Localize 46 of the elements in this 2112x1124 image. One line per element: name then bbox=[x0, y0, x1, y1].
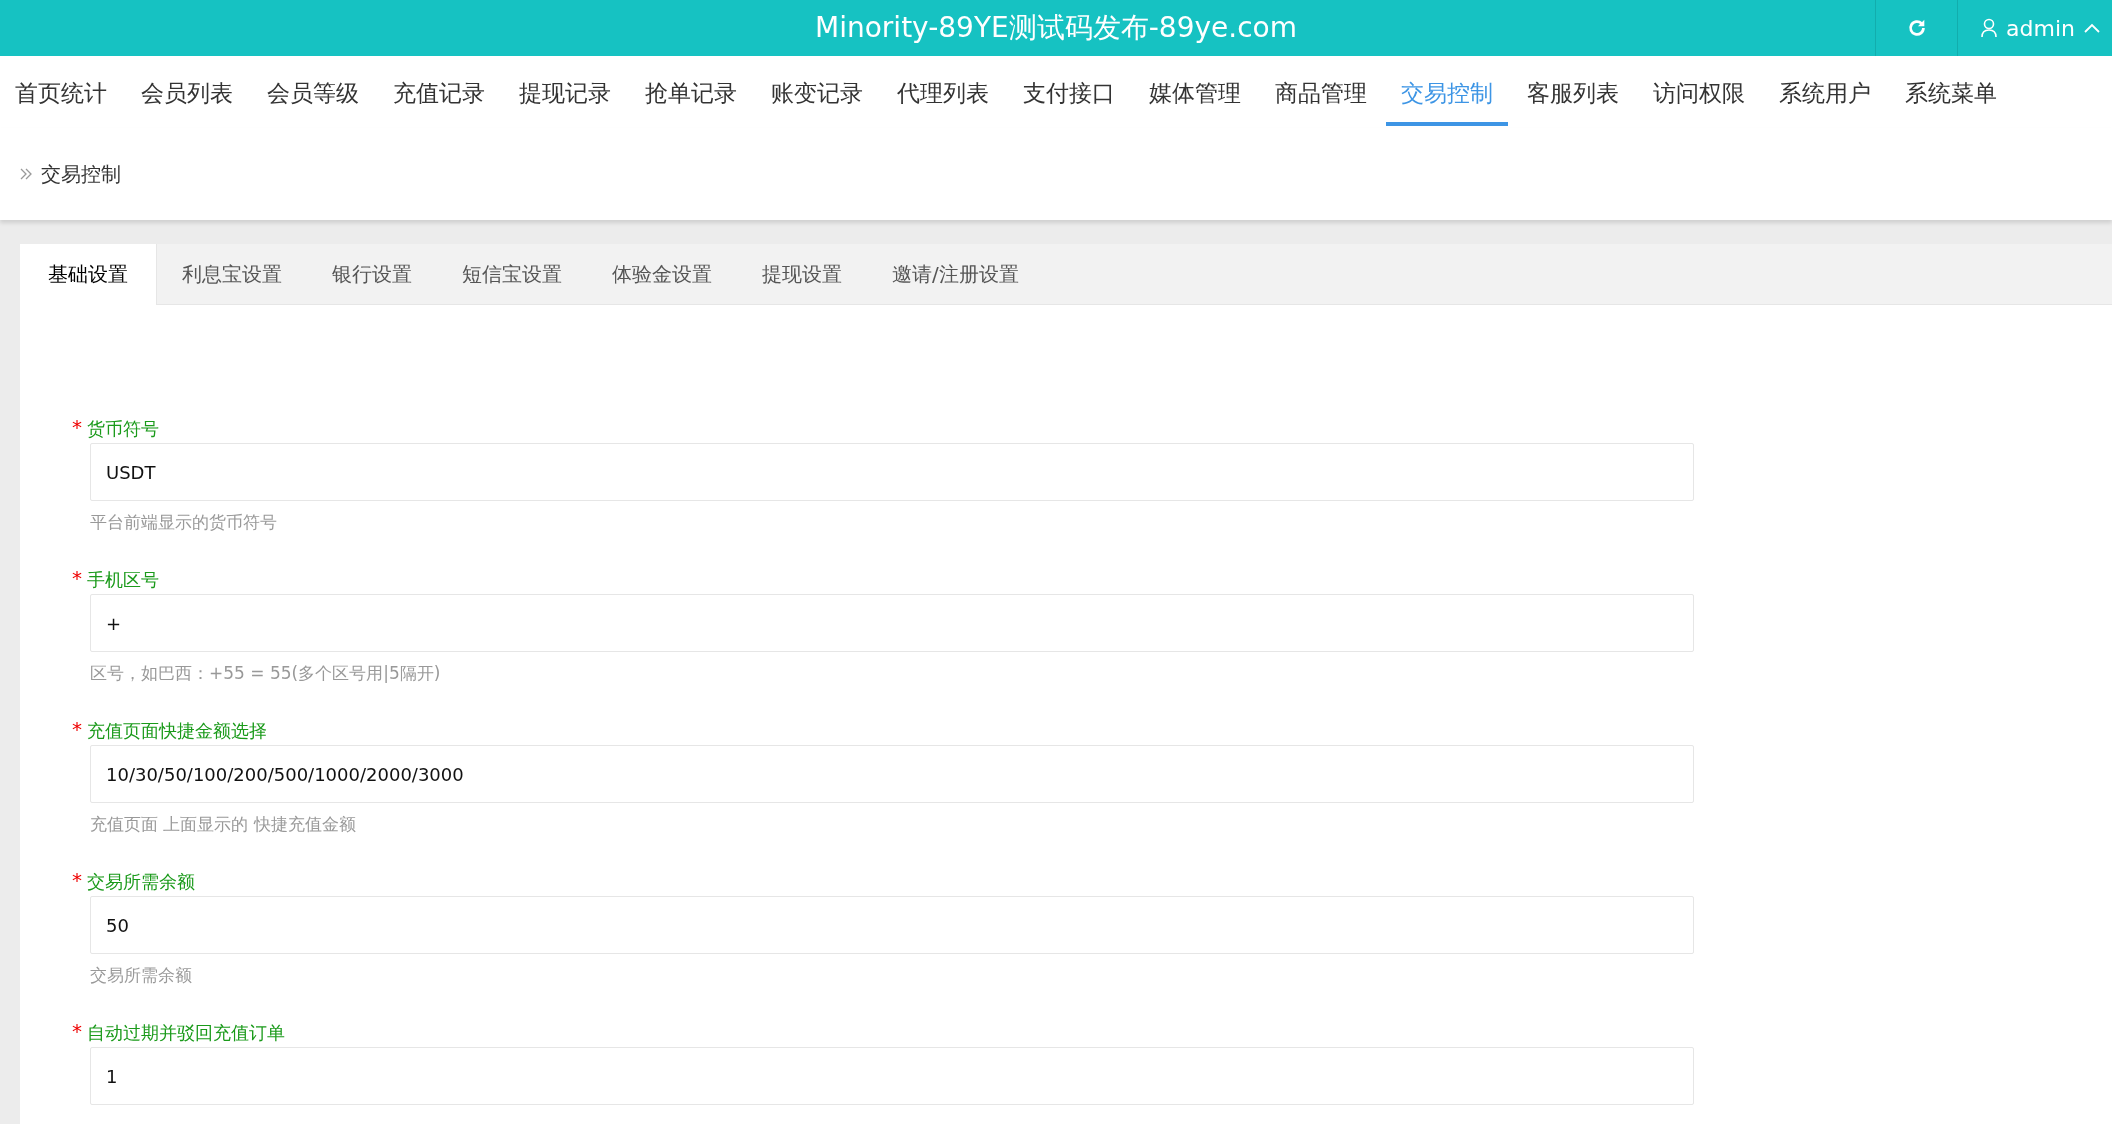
tab[interactable]: 利息宝设置 bbox=[157, 244, 307, 305]
help-text: 平台前端显示的货币符号 bbox=[90, 511, 278, 534]
field-label: 自动过期并驳回充值订单 bbox=[87, 1021, 285, 1045]
user-icon bbox=[1980, 18, 1998, 38]
help-text: 充值页面 上面显示的 快捷充值金额 bbox=[90, 813, 357, 836]
nav-item[interactable]: 系统菜单 bbox=[1890, 56, 2012, 126]
tab[interactable]: 短信宝设置 bbox=[437, 244, 587, 305]
double-chevron-icon bbox=[20, 168, 33, 180]
nav-item[interactable]: 支付接口 bbox=[1008, 56, 1130, 126]
required-mark: * bbox=[72, 719, 82, 739]
input-field[interactable]: 1 bbox=[90, 1047, 1694, 1105]
nav-item[interactable]: 充值记录 bbox=[378, 56, 500, 126]
breadcrumb: 交易控制 bbox=[41, 160, 121, 188]
help-text: 区号，如巴西：+55 = 55(多个区号用|5隔开) bbox=[90, 662, 442, 685]
input-field[interactable]: USDT bbox=[90, 443, 1694, 501]
nav-item[interactable]: 抢单记录 bbox=[630, 56, 752, 126]
required-mark: * bbox=[72, 870, 82, 890]
input-field[interactable]: 50 bbox=[90, 896, 1694, 954]
help-text: 交易所需余额 bbox=[90, 964, 193, 987]
input-field[interactable]: 10/30/50/100/200/500/1000/2000/3000 bbox=[90, 745, 1694, 803]
nav-item[interactable]: 会员列表 bbox=[126, 56, 248, 126]
nav-item[interactable]: 媒体管理 bbox=[1134, 56, 1256, 126]
required-mark: * bbox=[72, 1021, 82, 1041]
field-label: 货币符号 bbox=[87, 417, 159, 441]
nav-item[interactable]: 账变记录 bbox=[756, 56, 878, 126]
site-title: Minority-89YE测试码发布-89ye.com bbox=[815, 10, 1297, 46]
tab[interactable]: 银行设置 bbox=[307, 244, 437, 305]
field-label: 手机区号 bbox=[87, 568, 159, 592]
required-mark: * bbox=[72, 568, 82, 588]
nav-item[interactable]: 系统用户 bbox=[1764, 56, 1886, 126]
nav-item[interactable]: 提现记录 bbox=[504, 56, 626, 126]
nav-item[interactable]: 首页统计 bbox=[0, 56, 122, 126]
nav-item[interactable]: 代理列表 bbox=[882, 56, 1004, 126]
nav-item[interactable]: 访问权限 bbox=[1638, 56, 1760, 126]
tab[interactable]: 提现设置 bbox=[737, 244, 867, 305]
tab[interactable]: 体验金设置 bbox=[587, 244, 737, 305]
tab[interactable]: 邀请/注册设置 bbox=[867, 244, 1044, 305]
field-label: 交易所需余额 bbox=[87, 870, 195, 894]
caret-icon bbox=[2082, 22, 2101, 34]
nav-item[interactable]: 客服列表 bbox=[1512, 56, 1634, 126]
tab[interactable]: 基础设置 bbox=[20, 244, 157, 305]
nav-item[interactable]: 商品管理 bbox=[1260, 56, 1382, 126]
input-field[interactable]: + bbox=[90, 594, 1694, 652]
required-mark: * bbox=[72, 417, 82, 437]
field-label: 充值页面快捷金额选择 bbox=[87, 719, 267, 743]
nav-item[interactable]: 会员等级 bbox=[252, 56, 374, 126]
